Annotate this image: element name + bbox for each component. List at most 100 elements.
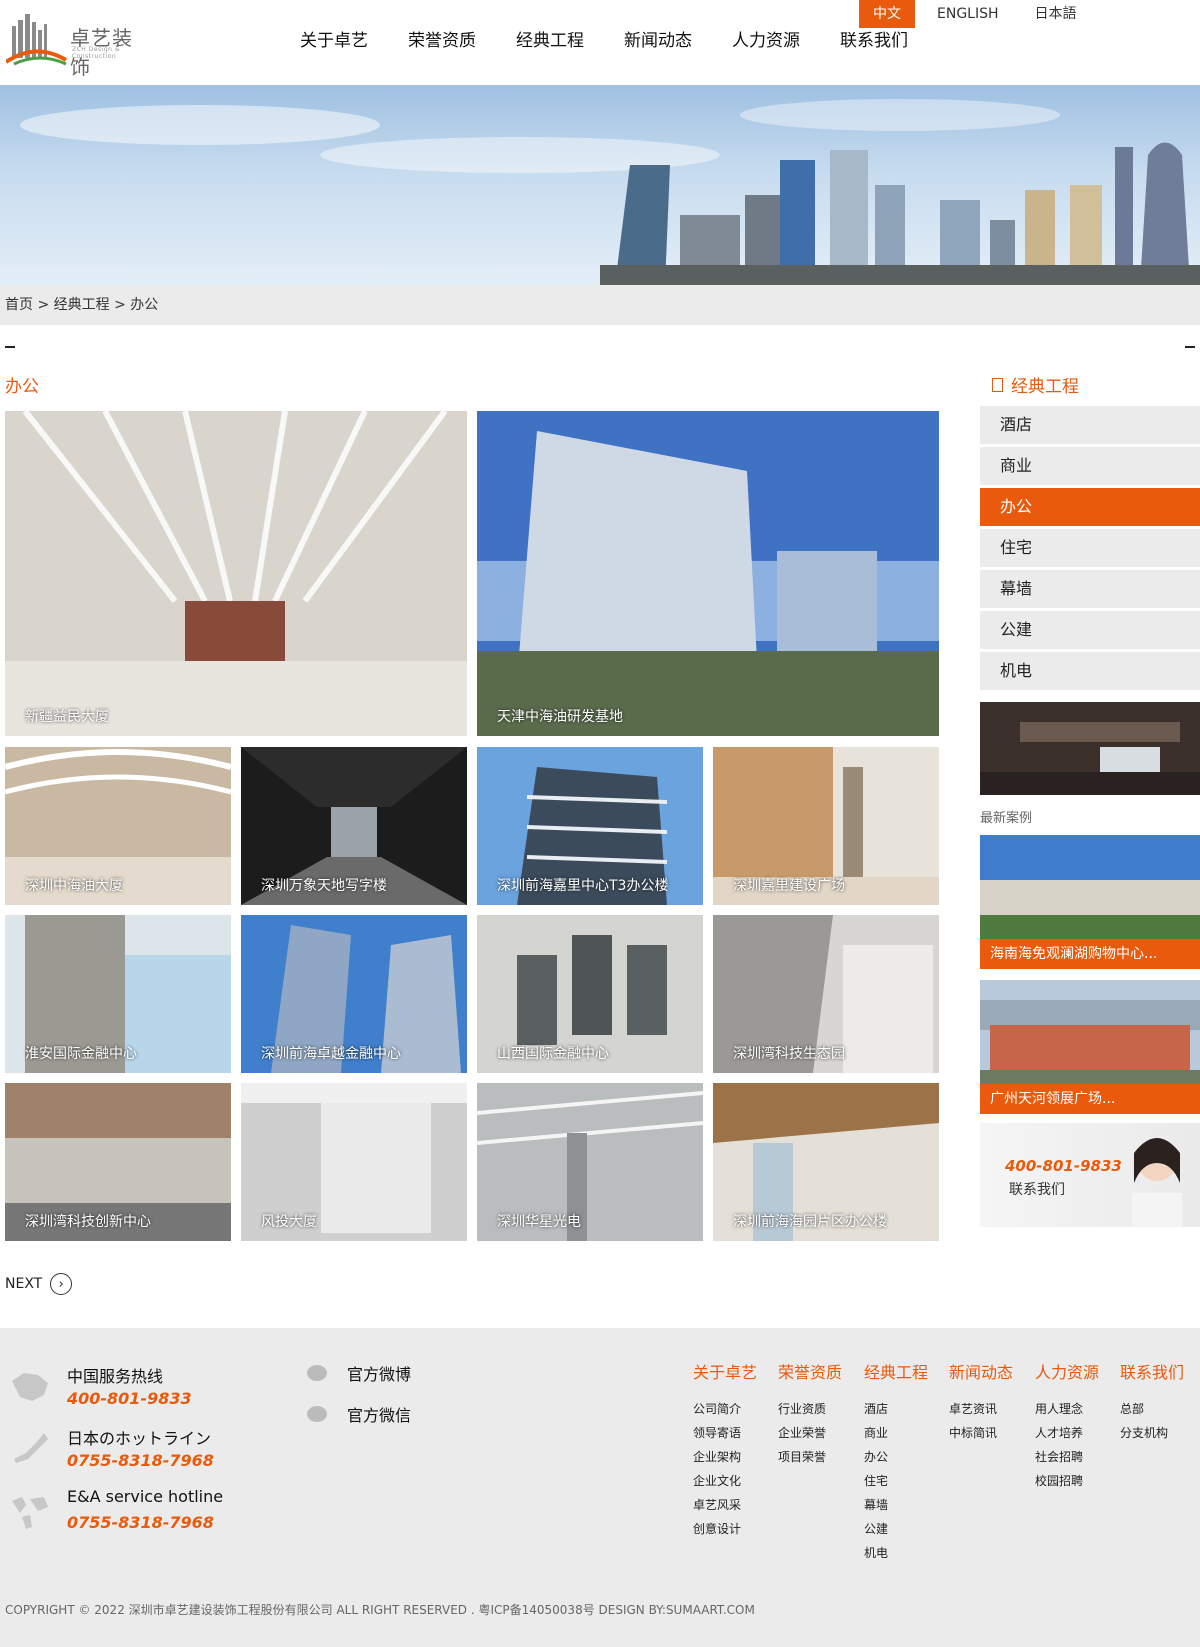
footer-link[interactable]: 校园招聘 — [1035, 1469, 1099, 1493]
nav-item-about[interactable]: 关于卓艺 — [300, 28, 368, 54]
logo-mark-icon — [6, 14, 68, 66]
wechat-icon — [307, 1406, 327, 1422]
project-card[interactable]: 深圳前海海园片区办公楼 — [713, 1083, 939, 1241]
footer-link[interactable]: 卓艺风采 — [693, 1493, 757, 1517]
next-label: NEXT — [5, 1276, 43, 1292]
copyright-text: COPYRIGHT © 2022 深圳市卓艺建设装饰工程股份有限公司 ALL R… — [5, 1603, 755, 1617]
footer-link[interactable]: 机电 — [864, 1541, 928, 1565]
contact-us-banner[interactable]: 400-801-9833 联系我们 — [980, 1123, 1200, 1227]
project-card[interactable]: 深圳华星光电 — [477, 1083, 703, 1241]
sidebar-item-residential[interactable]: 住宅 — [980, 529, 1200, 567]
next-page-button[interactable]: NEXT › — [5, 1273, 73, 1295]
footer-link[interactable]: 项目荣誉 — [778, 1445, 842, 1469]
footer-link[interactable]: 企业架构 — [693, 1445, 757, 1469]
lang-jp[interactable]: 日本語 — [1021, 0, 1091, 28]
project-card[interactable]: 深圳万象天地写字楼 — [241, 747, 467, 905]
footer-link[interactable]: 商业 — [864, 1421, 928, 1445]
project-card[interactable]: 淮安国际金融中心 — [5, 915, 231, 1073]
footer-column-contact: 联系我们 总部 分支机构 — [1120, 1359, 1184, 1445]
project-photo — [5, 411, 467, 736]
project-caption: 深圳华星光电 — [497, 1214, 581, 1230]
footer-column-about: 关于卓艺 公司简介 领导寄语 企业架构 企业文化 卓艺风采 创意设计 — [693, 1359, 757, 1541]
footer-link[interactable]: 总部 — [1120, 1397, 1184, 1421]
footer-column-title[interactable]: 联系我们 — [1120, 1359, 1184, 1383]
lang-cn[interactable]: 中文 — [859, 0, 915, 28]
project-card[interactable]: 山西国际金融中心 — [477, 915, 703, 1073]
footer-link[interactable]: 卓艺资讯 — [949, 1397, 1013, 1421]
page-title: 办公 — [5, 377, 39, 397]
footer-link[interactable]: 用人理念 — [1035, 1397, 1099, 1421]
sidebar-item-office[interactable]: 办公 — [980, 488, 1200, 526]
footer-column-title[interactable]: 关于卓艺 — [693, 1359, 757, 1383]
nav-item-projects[interactable]: 经典工程 — [516, 28, 584, 54]
project-caption: 深圳湾科技创新中心 — [25, 1214, 151, 1230]
sidebar-title-text: 经典工程 — [1011, 377, 1079, 397]
latest-case-photo — [980, 980, 1200, 1084]
latest-case-card[interactable]: 广州天河领展广场... — [980, 980, 1200, 1114]
project-card[interactable]: 新疆益民大厦 — [5, 411, 467, 736]
sidebar-item-mep[interactable]: 机电 — [980, 652, 1200, 690]
site-logo[interactable]: 卓艺装饰 ZCH Design & Construction — [6, 12, 146, 79]
footer-link[interactable]: 办公 — [864, 1445, 928, 1469]
sidebar-lobby-image[interactable] — [980, 702, 1200, 795]
project-card[interactable]: 深圳嘉里建设广场 — [713, 747, 939, 905]
footer-link[interactable]: 领导寄语 — [693, 1421, 757, 1445]
footer-link[interactable]: 分支机构 — [1120, 1421, 1184, 1445]
weibo-link[interactable]: 官方微博 — [307, 1361, 411, 1385]
project-card[interactable]: 风投大厦 — [241, 1083, 467, 1241]
latest-case-photo — [980, 835, 1200, 939]
footer-column-honors: 荣誉资质 行业资质 企业荣誉 项目荣誉 — [778, 1359, 842, 1469]
project-caption: 深圳中海油大厦 — [25, 878, 123, 894]
sidebar-item-curtain-wall[interactable]: 幕墙 — [980, 570, 1200, 608]
lang-en[interactable]: ENGLISH — [923, 0, 1013, 28]
sidebar-item-commercial[interactable]: 商业 — [980, 447, 1200, 485]
project-card[interactable]: 深圳湾科技创新中心 — [5, 1083, 231, 1241]
footer-link[interactable]: 企业荣誉 — [778, 1421, 842, 1445]
latest-cases-title: 最新案例 — [980, 811, 1033, 826]
project-caption: 深圳嘉里建设广场 — [733, 878, 845, 894]
nav-item-honors[interactable]: 荣誉资质 — [408, 28, 476, 54]
sidebar-item-public[interactable]: 公建 — [980, 611, 1200, 649]
footer-link[interactable]: 人才培养 — [1035, 1421, 1099, 1445]
breadcrumb[interactable]: 首页 > 经典工程 > 办公 — [0, 285, 1200, 325]
footer-link[interactable]: 幕墙 — [864, 1493, 928, 1517]
nav-item-news[interactable]: 新闻动态 — [624, 28, 692, 54]
footer-column-title[interactable]: 人力资源 — [1035, 1359, 1099, 1383]
weibo-label: 官方微博 — [347, 1365, 412, 1384]
latest-case-card[interactable]: 海南海免观澜湖购物中心... — [980, 835, 1200, 969]
hotline-title: E&A service hotline — [67, 1487, 224, 1506]
latest-case-label: 广州天河领展广场... — [980, 1084, 1200, 1114]
project-card[interactable]: 深圳湾科技生态园 — [713, 915, 939, 1073]
nav-item-hr[interactable]: 人力资源 — [732, 28, 800, 54]
hotline-title: 日本のホットライン — [67, 1429, 212, 1448]
footer-column-hr: 人力资源 用人理念 人才培养 社会招聘 校园招聘 — [1035, 1359, 1099, 1493]
project-card[interactable]: 深圳前海卓越金融中心 — [241, 915, 467, 1073]
banner-image — [0, 85, 1200, 285]
chevron-right-icon: › — [50, 1273, 73, 1295]
footer-column-title[interactable]: 经典工程 — [864, 1359, 928, 1383]
project-caption: 天津中海油研发基地 — [497, 709, 623, 725]
footer-column-news: 新闻动态 卓艺资讯 中标简讯 — [949, 1359, 1013, 1445]
footer-link[interactable]: 住宅 — [864, 1469, 928, 1493]
footer-link[interactable]: 企业文化 — [693, 1469, 757, 1493]
project-caption: 深圳前海嘉里中心T3办公楼 — [497, 878, 669, 894]
sidebar-item-hotel[interactable]: 酒店 — [980, 406, 1200, 444]
project-card[interactable]: 天津中海油研发基地 — [477, 411, 939, 736]
wechat-link[interactable]: 官方微信 — [307, 1402, 411, 1426]
footer-link[interactable]: 公司简介 — [693, 1397, 757, 1421]
contact-us-label: 联系我们 — [1009, 1182, 1065, 1198]
footer-link[interactable]: 社会招聘 — [1035, 1445, 1099, 1469]
project-card[interactable]: 深圳中海油大厦 — [5, 747, 231, 905]
footer-link[interactable]: 公建 — [864, 1517, 928, 1541]
footer-link[interactable]: 行业资质 — [778, 1397, 842, 1421]
footer-link[interactable]: 中标简讯 — [949, 1421, 1013, 1445]
nav-item-contact[interactable]: 联系我们 — [840, 28, 908, 54]
project-card[interactable]: 深圳前海嘉里中心T3办公楼 — [477, 747, 703, 905]
project-photo — [477, 411, 939, 736]
footer-link[interactable]: 酒店 — [864, 1397, 928, 1421]
footer-link[interactable]: 创意设计 — [693, 1517, 757, 1541]
footer-column-title[interactable]: 新闻动态 — [949, 1359, 1013, 1383]
sidebar-title: 经典工程 — [992, 372, 1079, 397]
footer-column-title[interactable]: 荣誉资质 — [778, 1359, 842, 1383]
contact-phone: 400-801-9833 — [1005, 1157, 1122, 1175]
